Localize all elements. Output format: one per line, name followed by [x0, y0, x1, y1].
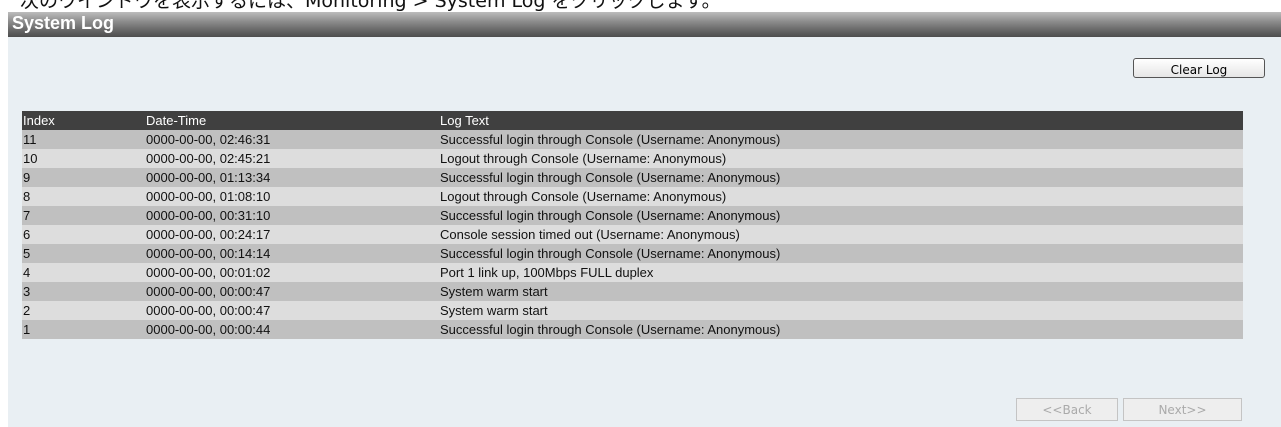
- cell-log-text: Successful login through Console (Userna…: [439, 244, 1243, 263]
- cell-index: 7: [22, 206, 145, 225]
- table-row: 8 0000-00-00, 01:08:10 Logout through Co…: [22, 187, 1243, 206]
- cell-date-time: 0000-00-00, 00:24:17: [145, 225, 439, 244]
- cell-date-time: 0000-00-00, 01:08:10: [145, 187, 439, 206]
- clear-log-button[interactable]: Clear Log: [1133, 58, 1265, 78]
- cell-index: 8: [22, 187, 145, 206]
- cell-index: 11: [22, 130, 145, 149]
- cell-log-text: Port 1 link up, 100Mbps FULL duplex: [439, 263, 1243, 282]
- cell-date-time: 0000-00-00, 00:01:02: [145, 263, 439, 282]
- log-table: Index Date-Time Log Text 11 0000-00-00, …: [22, 111, 1243, 339]
- cell-date-time: 0000-00-00, 01:13:34: [145, 168, 439, 187]
- cell-log-text: Successful login through Console (Userna…: [439, 130, 1243, 149]
- column-header-log-text: Log Text: [439, 111, 1243, 130]
- cell-index: 1: [22, 320, 145, 339]
- cell-log-text: Successful login through Console (Userna…: [439, 168, 1243, 187]
- table-row: 4 0000-00-00, 00:01:02 Port 1 link up, 1…: [22, 263, 1243, 282]
- cell-index: 4: [22, 263, 145, 282]
- table-row: 10 0000-00-00, 02:45:21 Logout through C…: [22, 149, 1243, 168]
- cell-date-time: 0000-00-00, 02:45:21: [145, 149, 439, 168]
- table-row: 11 0000-00-00, 02:46:31 Successful login…: [22, 130, 1243, 149]
- cell-date-time: 0000-00-00, 00:00:44: [145, 320, 439, 339]
- cell-index: 6: [22, 225, 145, 244]
- column-header-index: Index: [22, 111, 145, 130]
- cell-log-text: Logout through Console (Username: Anonym…: [439, 187, 1243, 206]
- table-row: 9 0000-00-00, 01:13:34 Successful login …: [22, 168, 1243, 187]
- cell-index: 5: [22, 244, 145, 263]
- back-button[interactable]: <<Back: [1016, 398, 1118, 421]
- table-row: 2 0000-00-00, 00:00:47 System warm start: [22, 301, 1243, 320]
- cell-log-text: Logout through Console (Username: Anonym…: [439, 149, 1243, 168]
- cell-log-text: Console session timed out (Username: Ano…: [439, 225, 1243, 244]
- next-button[interactable]: Next>>: [1123, 398, 1242, 421]
- table-row: 1 0000-00-00, 00:00:44 Successful login …: [22, 320, 1243, 339]
- cell-index: 2: [22, 301, 145, 320]
- cell-index: 3: [22, 282, 145, 301]
- column-header-date-time: Date-Time: [145, 111, 439, 130]
- table-row: 3 0000-00-00, 00:00:47 System warm start: [22, 282, 1243, 301]
- cell-date-time: 0000-00-00, 02:46:31: [145, 130, 439, 149]
- cell-index: 9: [22, 168, 145, 187]
- cell-log-text: Successful login through Console (Userna…: [439, 206, 1243, 225]
- content-panel: Clear Log Index Date-Time Log Text 11 00…: [8, 37, 1281, 427]
- cell-log-text: Successful login through Console (Userna…: [439, 320, 1243, 339]
- cell-date-time: 0000-00-00, 00:00:47: [145, 282, 439, 301]
- cell-date-time: 0000-00-00, 00:14:14: [145, 244, 439, 263]
- table-header-row: Index Date-Time Log Text: [22, 111, 1243, 130]
- page-caption: 次のウインドウを表示するには、Monitoring > System Log を…: [20, 0, 721, 12]
- cell-date-time: 0000-00-00, 00:31:10: [145, 206, 439, 225]
- cell-index: 10: [22, 149, 145, 168]
- page-title: System Log: [12, 13, 115, 33]
- table-row: 7 0000-00-00, 00:31:10 Successful login …: [22, 206, 1243, 225]
- table-row: 5 0000-00-00, 00:14:14 Successful login …: [22, 244, 1243, 263]
- cell-date-time: 0000-00-00, 00:00:47: [145, 301, 439, 320]
- title-bar: System Log: [8, 12, 1281, 37]
- cell-log-text: System warm start: [439, 282, 1243, 301]
- cell-log-text: System warm start: [439, 301, 1243, 320]
- table-row: 6 0000-00-00, 00:24:17 Console session t…: [22, 225, 1243, 244]
